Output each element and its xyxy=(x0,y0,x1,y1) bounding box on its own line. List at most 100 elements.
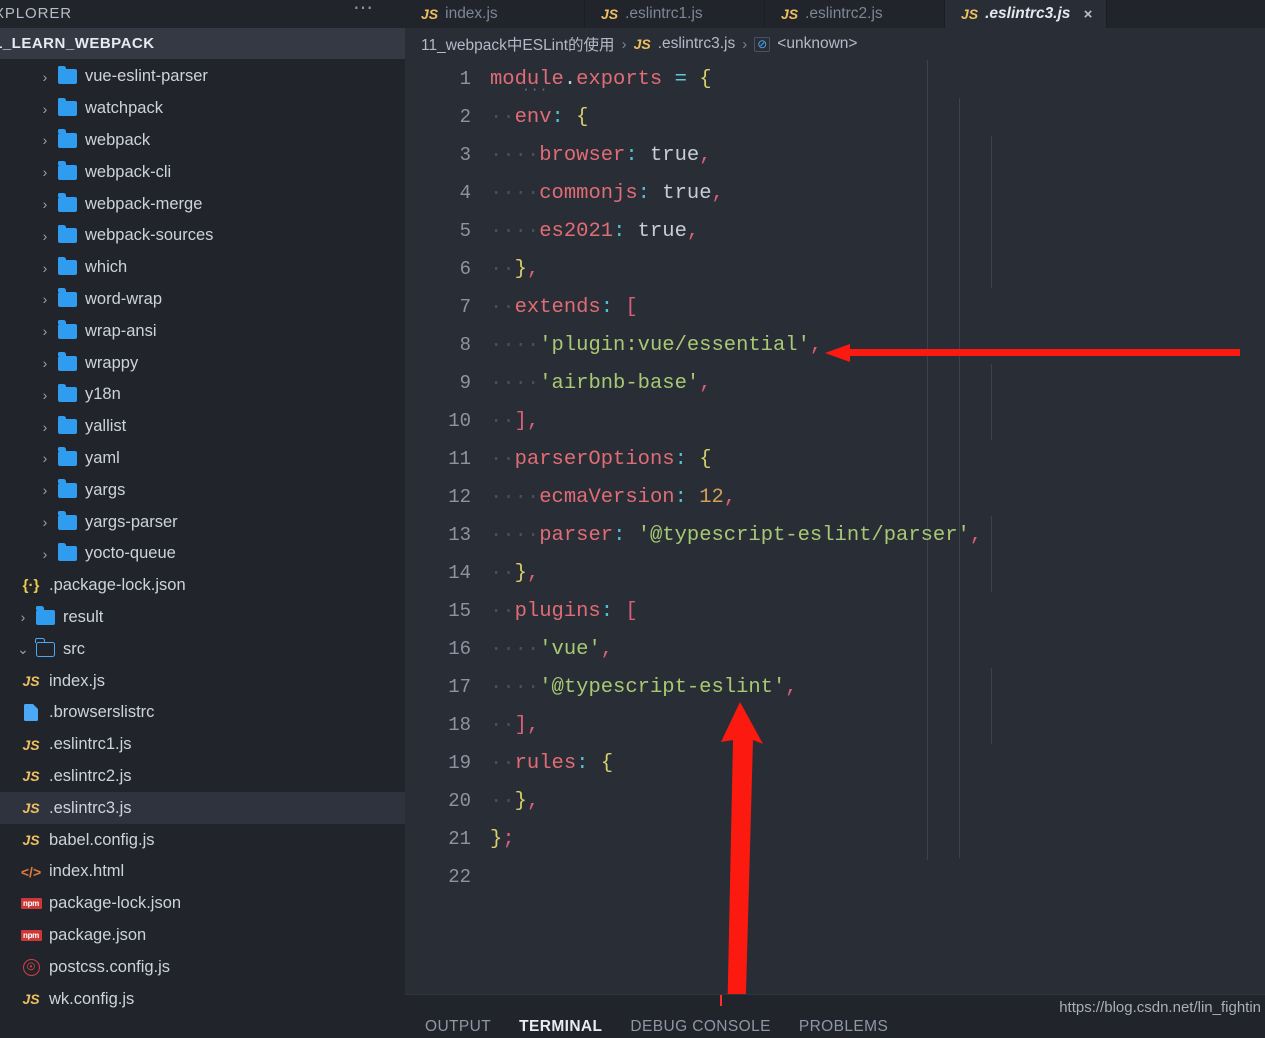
panel-tab-terminal[interactable]: TERMINAL xyxy=(519,1018,602,1036)
code-line[interactable]: 3 ····browser: true, xyxy=(405,136,1265,174)
tree-item-eslintrc3-js[interactable]: JS .eslintrc3.js xyxy=(0,792,405,825)
folder-icon xyxy=(57,383,77,403)
tree-item-yocto-queue[interactable]: › yocto-queue xyxy=(0,538,405,570)
code-line[interactable]: 12 ····ecmaVersion: 12, xyxy=(405,478,1265,516)
file-icon-wrap xyxy=(54,479,80,498)
tree-item-webpack-merge[interactable]: › webpack-merge xyxy=(0,188,405,220)
breadcrumb-file[interactable]: .eslintrc3.js xyxy=(658,35,736,53)
tree-item-webpack[interactable]: › webpack xyxy=(0,125,405,157)
tree-item-src[interactable]: ⌄ src xyxy=(0,633,405,665)
editor-tab-index-js[interactable]: JS index.js xyxy=(405,0,585,28)
chevron-right-icon[interactable]: › xyxy=(36,101,54,117)
code-line[interactable]: 18 ··], xyxy=(405,706,1265,744)
tree-item-babel-config-js[interactable]: JS babel.config.js xyxy=(0,824,405,856)
code-line[interactable]: 7 ··extends: [ xyxy=(405,288,1265,326)
code-line[interactable]: 15 ··plugins: [ xyxy=(405,592,1265,630)
code-editor[interactable]: 1 module.exports = {··· 2 ··env: {3 ····brow… xyxy=(405,60,1265,994)
tree-item-webpack-cli[interactable]: › webpack-cli xyxy=(0,156,405,188)
panel-tab-output[interactable]: OUTPUT xyxy=(425,1018,491,1036)
tree-item-browserslistrc[interactable]: .browserslistrc xyxy=(0,697,405,729)
tree-item-wrappy[interactable]: › wrappy xyxy=(0,347,405,379)
panel-tab-debug-console[interactable]: DEBUG CONSOLE xyxy=(630,1018,770,1036)
code-line[interactable]: 2 ··env: { xyxy=(405,98,1265,136)
editor-tab-eslintrc3-js[interactable]: JS .eslintrc3.js × xyxy=(945,0,1107,28)
tree-item-package-json[interactable]: npm package.json xyxy=(0,920,405,952)
chevron-right-icon[interactable]: › xyxy=(36,228,54,244)
tree-item-wk-config-js[interactable]: JS wk.config.js xyxy=(0,983,405,1015)
code-line[interactable]: 4 ····commonjs: true, xyxy=(405,174,1265,212)
tree-item-word-wrap[interactable]: › word-wrap xyxy=(0,284,405,316)
code-line[interactable]: 11 ··parserOptions: { xyxy=(405,440,1265,478)
npm-file-icon: npm xyxy=(20,898,42,910)
code-line[interactable]: 10 ··], xyxy=(405,402,1265,440)
tree-item-label: vue-eslint-parser xyxy=(85,67,208,86)
file-icon-wrap xyxy=(54,415,80,435)
tree-item-package-lock-json[interactable]: npm package-lock.json xyxy=(0,888,405,920)
code-line[interactable]: 22 xyxy=(405,858,1265,896)
chevron-right-icon[interactable]: › xyxy=(14,609,32,625)
chevron-right-icon[interactable]: › xyxy=(36,419,54,435)
chevron-right-icon[interactable]: › xyxy=(36,387,54,403)
tree-item-yallist[interactable]: › yallist xyxy=(0,411,405,443)
tree-item-webpack-sources[interactable]: › webpack-sources xyxy=(0,220,405,252)
tree-item-y18n[interactable]: › y18n xyxy=(0,379,405,411)
code-line[interactable]: 21}; xyxy=(405,820,1265,858)
code-line[interactable]: 20 ··}, xyxy=(405,782,1265,820)
chevron-right-icon[interactable]: › xyxy=(36,514,54,530)
folder-icon xyxy=(57,542,77,562)
chevron-right-icon[interactable]: › xyxy=(36,291,54,307)
code-line-text: ····'plugin:vue/essential', xyxy=(490,333,823,357)
tree-item-yargs[interactable]: › yargs xyxy=(0,474,405,506)
tree-item-vue-eslint-parser[interactable]: › vue-eslint-parser xyxy=(0,61,405,93)
line-number: 18 xyxy=(448,714,471,736)
tree-item-label: which xyxy=(85,258,128,277)
code-line[interactable]: 19 ··rules: { xyxy=(405,744,1265,782)
breadcrumb: 11_webpack中ESLint的使用 › JS .eslintrc3.js … xyxy=(405,28,1265,60)
code-line[interactable]: 9 ····'airbnb-base', xyxy=(405,364,1265,402)
tree-item-index-js[interactable]: JS index.js xyxy=(0,665,405,697)
code-line[interactable]: 17 ····'@typescript-eslint', xyxy=(405,668,1265,706)
editor-tab-eslintrc1-js[interactable]: JS .eslintrc1.js xyxy=(585,0,765,28)
code-line[interactable]: 13 ····parser: '@typescript-eslint/parser… xyxy=(405,516,1265,554)
chevron-right-icon[interactable]: › xyxy=(36,132,54,148)
panel-tab-problems[interactable]: PROBLEMS xyxy=(799,1018,888,1036)
tree-item-wrap-ansi[interactable]: › wrap-ansi xyxy=(0,315,405,347)
chevron-right-icon[interactable]: › xyxy=(36,69,54,85)
chevron-down-icon[interactable]: ⌄ xyxy=(14,641,32,658)
close-icon[interactable]: × xyxy=(1083,6,1092,23)
folded-region-icon[interactable]: ··· xyxy=(522,82,548,97)
code-line[interactable]: 14 ··}, xyxy=(405,554,1265,592)
chevron-right-icon[interactable]: › xyxy=(36,164,54,180)
code-line[interactable]: 16 ····'vue', xyxy=(405,630,1265,668)
tree-item-package-lock-json[interactable]: {·} .package-lock.json xyxy=(0,570,405,602)
code-line[interactable]: 5 ····es2021: true, xyxy=(405,212,1265,250)
code-line[interactable]: 1 module.exports = {··· xyxy=(405,60,1265,98)
code-line[interactable]: 8 ····'plugin:vue/essential', xyxy=(405,326,1265,364)
tree-item-eslintrc2-js[interactable]: JS .eslintrc2.js xyxy=(0,761,405,793)
breadcrumb-folder[interactable]: 11_webpack中ESLint的使用 xyxy=(421,33,615,55)
chevron-right-icon[interactable]: › xyxy=(36,546,54,562)
chevron-right-icon[interactable]: › xyxy=(36,482,54,498)
workspace-root-row[interactable]: 1_LEARN_WEBPACK xyxy=(0,28,405,59)
tree-item-postcss-config-js[interactable]: ☉ postcss.config.js xyxy=(0,951,405,983)
breadcrumb-symbol[interactable]: <unknown> xyxy=(777,35,857,53)
tree-item-index-html[interactable]: </> index.html xyxy=(0,856,405,888)
file-tree: › vue-eslint-parser › watchpack › webpack › web… xyxy=(0,59,405,1015)
tree-item-result[interactable]: › result xyxy=(0,602,405,634)
chevron-right-icon[interactable]: › xyxy=(36,260,54,276)
chevron-right-icon[interactable]: › xyxy=(36,323,54,339)
chevron-right-icon[interactable]: › xyxy=(36,450,54,466)
chevron-right-icon[interactable]: › xyxy=(36,196,54,212)
tree-item-yargs-parser[interactable]: › yargs-parser xyxy=(0,506,405,538)
tree-item-which[interactable]: › which xyxy=(0,252,405,284)
editor-tab-eslintrc2-js[interactable]: JS .eslintrc2.js xyxy=(765,0,945,28)
tree-item-yaml[interactable]: › yaml xyxy=(0,443,405,475)
tree-item-label: index.html xyxy=(49,862,125,881)
chevron-right-icon[interactable]: › xyxy=(36,355,54,371)
code-line[interactable]: 6 ··}, xyxy=(405,250,1265,288)
tree-item-eslintrc1-js[interactable]: JS .eslintrc1.js xyxy=(0,729,405,761)
file-icon-wrap xyxy=(54,511,80,530)
ellipsis-icon[interactable]: ⋯ xyxy=(353,0,375,22)
tree-item-label: wrap-ansi xyxy=(85,321,157,340)
tree-item-watchpack[interactable]: › watchpack xyxy=(0,93,405,125)
